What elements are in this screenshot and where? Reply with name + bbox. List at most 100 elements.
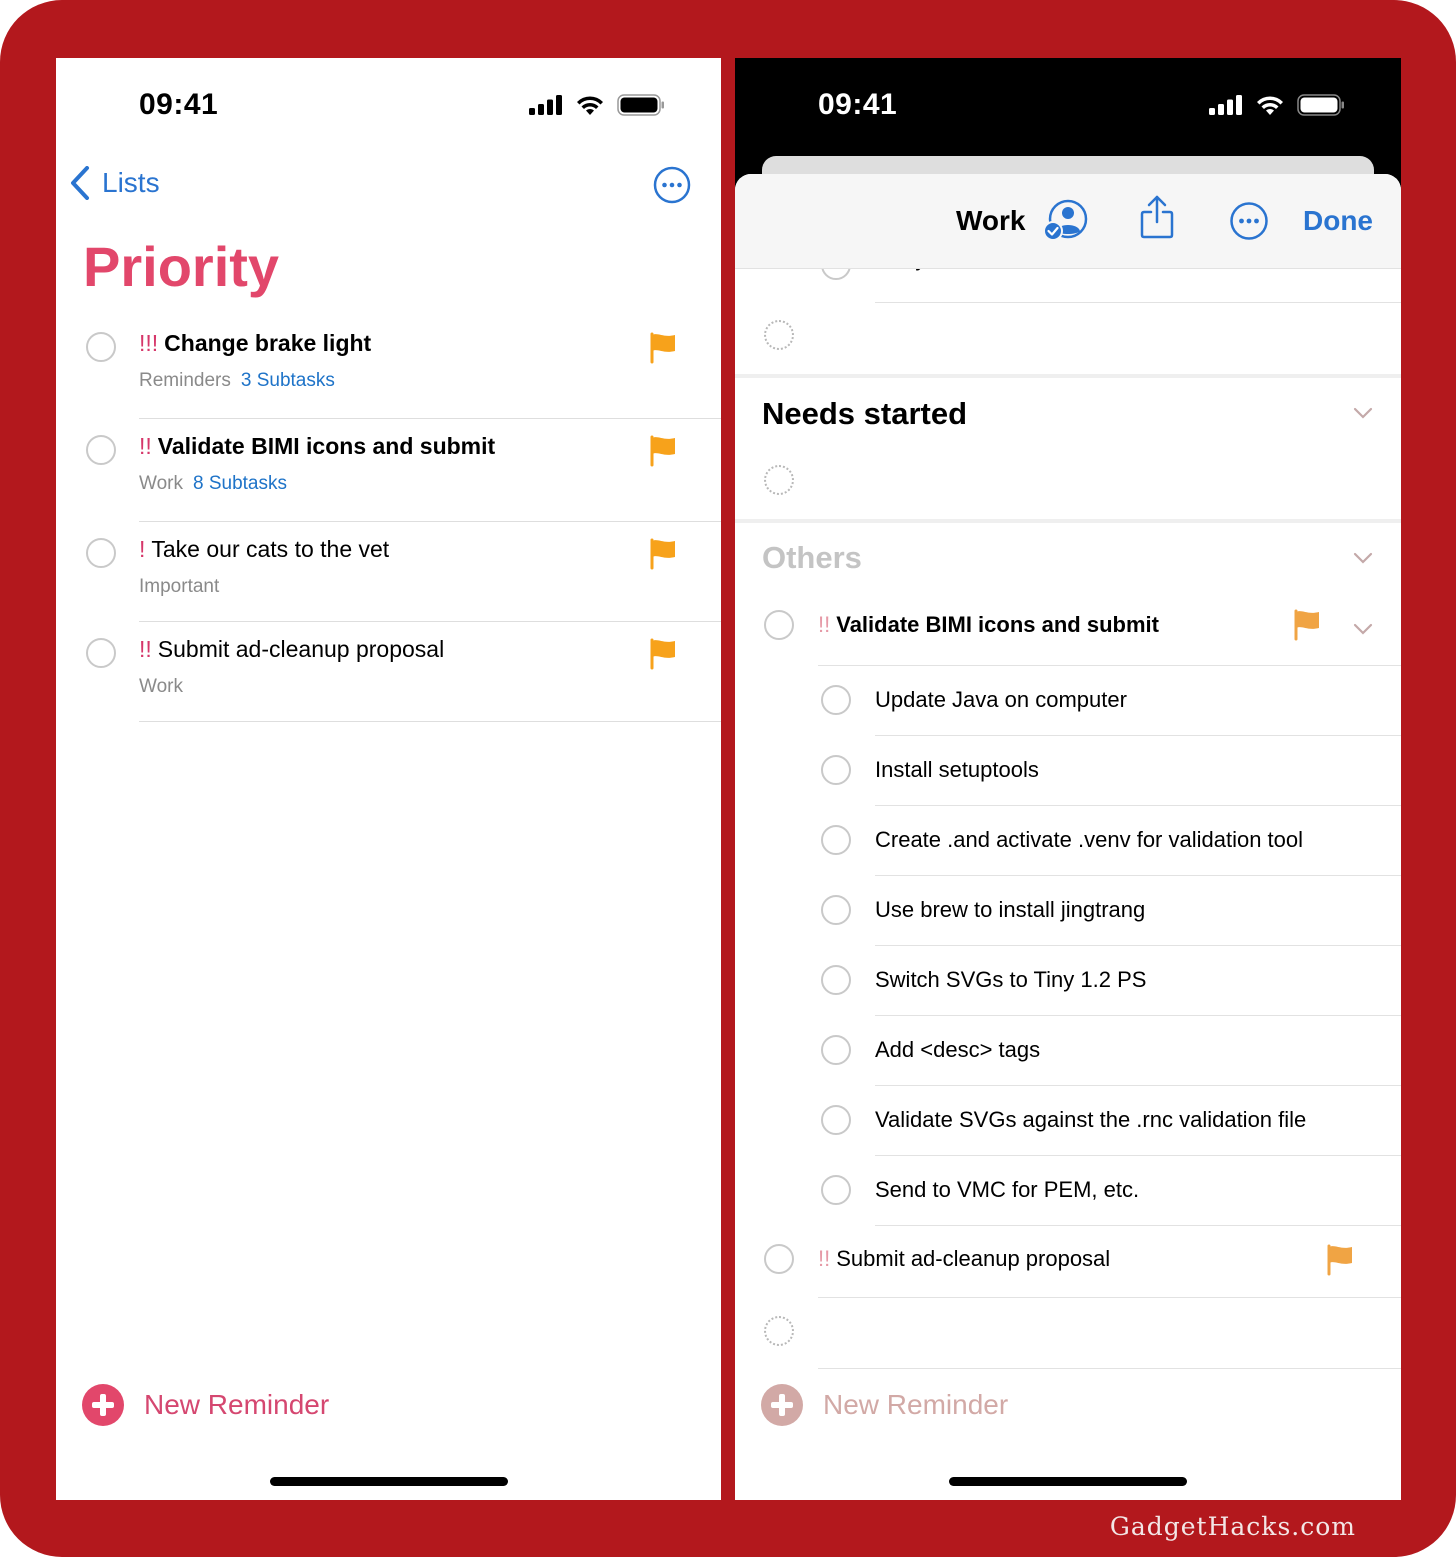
subtask-checkbox[interactable] [821,1105,851,1135]
task-checkbox[interactable] [86,435,116,465]
subtask-checkbox[interactable] [821,755,851,785]
subtask-checkbox[interactable] [821,1035,851,1065]
section-title: Needs started [762,396,968,431]
priority-marker: !! [818,612,831,637]
subtask-title: Update Java on computer [875,687,1127,712]
subtasks-link[interactable]: 3 Subtasks [241,370,335,391]
work-list-sheet: Story #3 Needs started Others !!Validate… [735,174,1401,1500]
home-indicator[interactable] [269,1477,508,1486]
task-checkbox[interactable] [764,610,794,640]
done-button[interactable]: Done [1303,205,1373,237]
task-title: Submit ad-cleanup proposal [836,1246,1111,1271]
battery-icon [617,94,664,116]
subtask-checkbox[interactable] [821,1175,851,1205]
subtask-row[interactable]: Send to VMC for PEM, etc. [735,1156,1401,1226]
more-options-button[interactable] [653,166,691,209]
task-checkbox[interactable] [764,1244,794,1274]
task-title: Submit ad-cleanup proposal [157,636,445,662]
plus-circle-icon [82,1384,124,1426]
task-title: Change brake light [164,330,372,356]
subtask-checkbox[interactable] [821,825,851,855]
subtask-row[interactable]: Use brew to install jingtrang [735,876,1401,946]
new-reminder-button[interactable]: New Reminder [82,1384,329,1426]
subtask-row[interactable]: Install setuptools [735,736,1401,806]
wifi-icon [577,96,603,115]
subtask-title: Use brew to install jingtrang [875,897,1146,922]
task-row[interactable]: !!! Change brake light Reminders 3 Subtask… [56,316,721,419]
empty-task-placeholder[interactable] [764,320,794,350]
subtask-title: Create .and activate .venv for validatio… [875,827,1304,852]
priority-marker: !!! [139,330,159,356]
list-title: Work [956,205,1026,236]
subtask-checkbox[interactable] [821,685,851,715]
new-reminder-button[interactable]: New Reminder [761,1384,1008,1426]
share-icon[interactable] [1139,194,1175,240]
subtask-checkbox[interactable] [821,895,851,925]
watermark: GadgetHacks.com [1109,1512,1356,1541]
priority-marker: ! [139,536,146,562]
status-time: 09:41 [139,88,219,121]
battery-icon [1297,94,1344,116]
task-title: Validate BIMI icons and submit [836,612,1159,637]
task-list-name: Important [139,576,220,597]
new-reminder-label: New Reminder [144,1389,330,1420]
flag-icon [1327,1244,1352,1276]
subtask-row[interactable]: Update Java on computer [735,666,1401,736]
subtask-checkbox[interactable] [821,965,851,995]
task-list-name: Reminders [139,370,231,391]
ellipsis-circle-icon[interactable] [1229,201,1269,241]
home-indicator[interactable] [949,1477,1187,1486]
subtasks-link[interactable]: 8 Subtasks [193,473,287,494]
task-row[interactable]: !! Validate BIMI icons and submit [735,594,1401,666]
task-row[interactable]: !! Validate BIMI icons and submit Work 8 S… [56,419,721,522]
flag-icon [650,435,675,467]
status-time: 09:41 [818,88,898,121]
work-list-body: Story #3 Needs started Others !!Validate… [735,174,1401,1500]
wifi-icon [1257,96,1283,115]
task-list-name: Work [139,676,183,697]
subtask-row[interactable]: Switch SVGs to Tiny 1.2 PS [735,946,1401,1016]
back-label: Lists [102,167,160,198]
task-title: Validate BIMI icons and submit [157,433,496,459]
empty-task-placeholder[interactable] [764,465,794,495]
task-checkbox[interactable] [86,538,116,568]
task-row[interactable]: ! Take our cats to the vet Important [56,522,721,622]
task-list-name: Work [139,473,183,494]
chevron-down-icon[interactable] [1353,622,1373,636]
task-row[interactable]: !! Submit ad-cleanup proposal [735,1226,1401,1298]
flag-icon [650,638,675,670]
priority-marker: !! [139,636,152,662]
plus-circle-icon [761,1384,803,1426]
subtask-row[interactable]: Create .and activate .venv for validatio… [735,806,1401,876]
status-bar: 09:41 [735,58,1401,158]
page-title: Priority [83,235,280,298]
status-bar: 09:41 [56,58,721,158]
priority-task-list: !!! Change brake light Reminders 3 Subtask… [56,316,721,722]
new-reminder-label: New Reminder [823,1389,1009,1420]
task-checkbox[interactable] [86,332,116,362]
subtask-title: Send to VMC for PEM, etc. [875,1177,1140,1202]
task-row[interactable]: !! Submit ad-cleanup proposal Work [56,622,721,722]
subtask-title: Add <desc> tags [875,1037,1041,1062]
ellipsis-circle-icon [653,166,691,204]
left-phone-screen: 09:41 Lists Priority !!! Change brake lig… [56,58,721,1500]
subtask-row[interactable]: Validate SVGs against the .rnc validatio… [735,1086,1401,1156]
empty-task-placeholder[interactable] [764,1316,794,1346]
subtask-title: Validate SVGs against the .rnc validatio… [875,1107,1307,1132]
chevron-down-icon[interactable] [1353,551,1373,565]
shared-user-icon[interactable] [1043,198,1089,242]
task-checkbox[interactable] [86,638,116,668]
subtask-title: Install setuptools [875,757,1039,782]
subtask-title: Switch SVGs to Tiny 1.2 PS [875,967,1147,992]
right-phone-screen: 09:41 Story #3 Needs started Others [735,58,1401,1500]
subtask-row[interactable]: Add <desc> tags [735,1016,1401,1086]
flag-icon [1294,609,1319,641]
priority-marker: !! [818,1246,831,1271]
priority-marker: !! [139,433,152,459]
flag-icon [650,538,675,570]
section-title: Others [762,540,862,575]
back-to-lists-button[interactable]: Lists [70,166,160,200]
cellular-signal-icon [529,95,562,115]
cellular-signal-icon [1209,95,1242,115]
chevron-down-icon[interactable] [1353,406,1373,420]
